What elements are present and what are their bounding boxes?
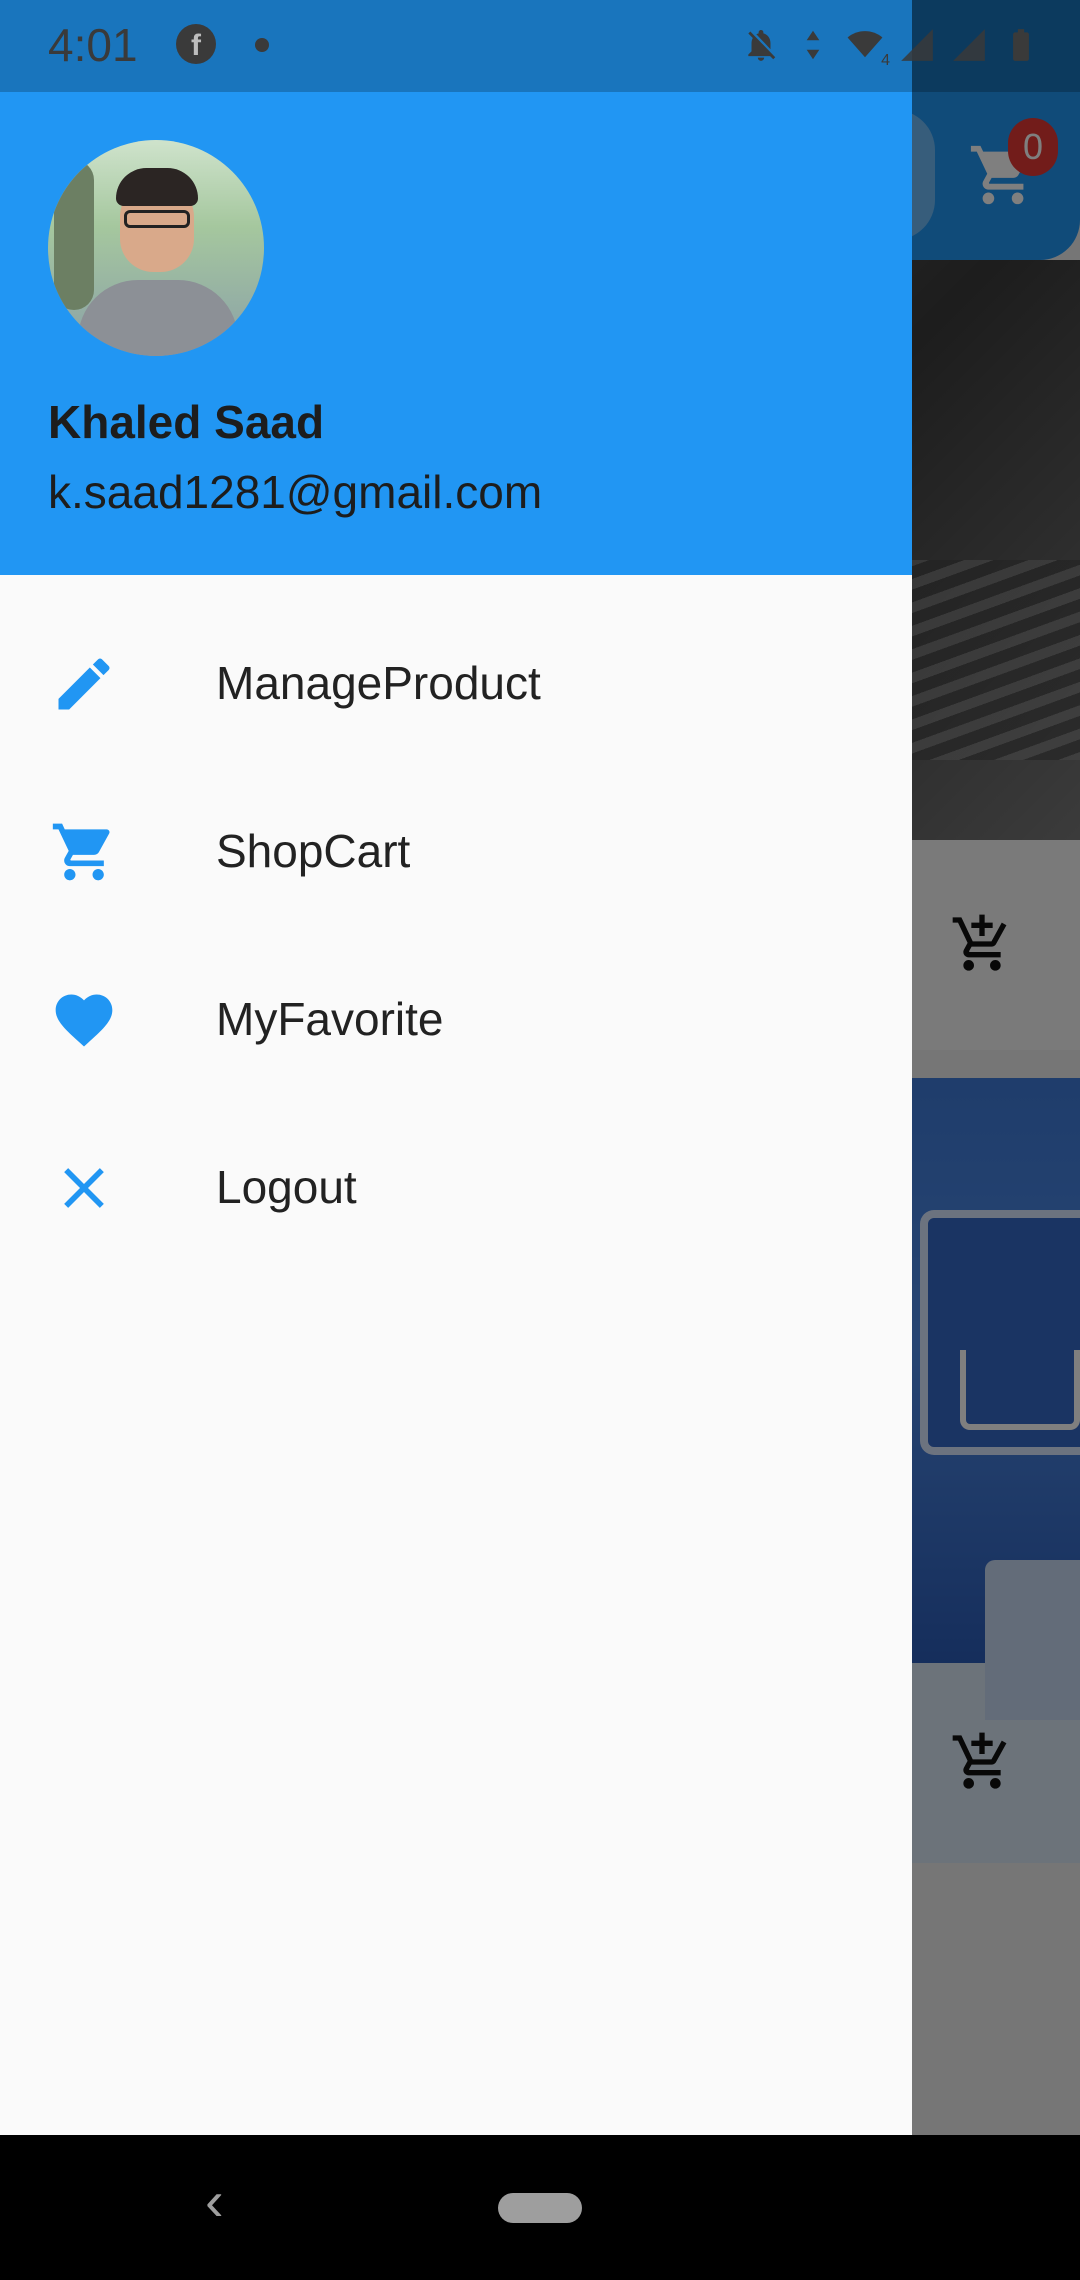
facebook-icon: f [176, 24, 216, 64]
drawer-item-label: MyFavorite [216, 993, 444, 1045]
signal-icon [901, 29, 933, 61]
drawer-item-label: ManageProduct [216, 657, 541, 709]
network-type-label: 4 [881, 51, 890, 69]
shopping-cart-icon [52, 823, 110, 881]
home-pill-button[interactable] [498, 2193, 582, 2223]
battery-icon [1013, 29, 1029, 61]
system-nav-bar: ‹ [0, 2135, 1080, 2280]
avatar-background [54, 160, 94, 310]
back-icon[interactable]: ‹ [205, 2171, 245, 2231]
drawer-item-logout[interactable]: Logout [0, 1104, 912, 1272]
drawer-item-my-favorite[interactable]: MyFavorite [0, 936, 912, 1104]
drawer-item-shop-cart[interactable]: ShopCart [0, 768, 912, 936]
wifi-icon [847, 30, 883, 57]
heart-icon [55, 994, 113, 1047]
avatar-glasses [124, 210, 190, 228]
status-time: 4:01 [48, 19, 138, 71]
notification-dot [255, 38, 269, 52]
data-arrows-icon [806, 30, 820, 60]
account-name: Khaled Saad [48, 396, 325, 448]
drawer-item-label: ShopCart [216, 825, 411, 877]
close-icon [64, 1168, 104, 1208]
bell-off-icon [748, 29, 776, 61]
avatar-hair [116, 168, 198, 206]
account-email: k.saad1281@gmail.com [48, 466, 543, 518]
avatar-body [78, 280, 238, 356]
status-bar: 4:01 f 4 [0, 0, 1080, 92]
drawer-menu: ManageProduct ShopCart MyFavorite Logout [0, 600, 912, 1272]
pencil-icon [58, 658, 110, 710]
navigation-drawer: Khaled Saad k.saad1281@gmail.com ManageP… [0, 0, 912, 2135]
drawer-item-label: Logout [216, 1161, 357, 1213]
drawer-item-manage-product[interactable]: ManageProduct [0, 600, 912, 768]
avatar[interactable] [48, 140, 264, 356]
status-icons: 4 [742, 20, 1040, 70]
signal-icon [953, 29, 985, 61]
wifi-indicator: 4 [846, 21, 890, 70]
